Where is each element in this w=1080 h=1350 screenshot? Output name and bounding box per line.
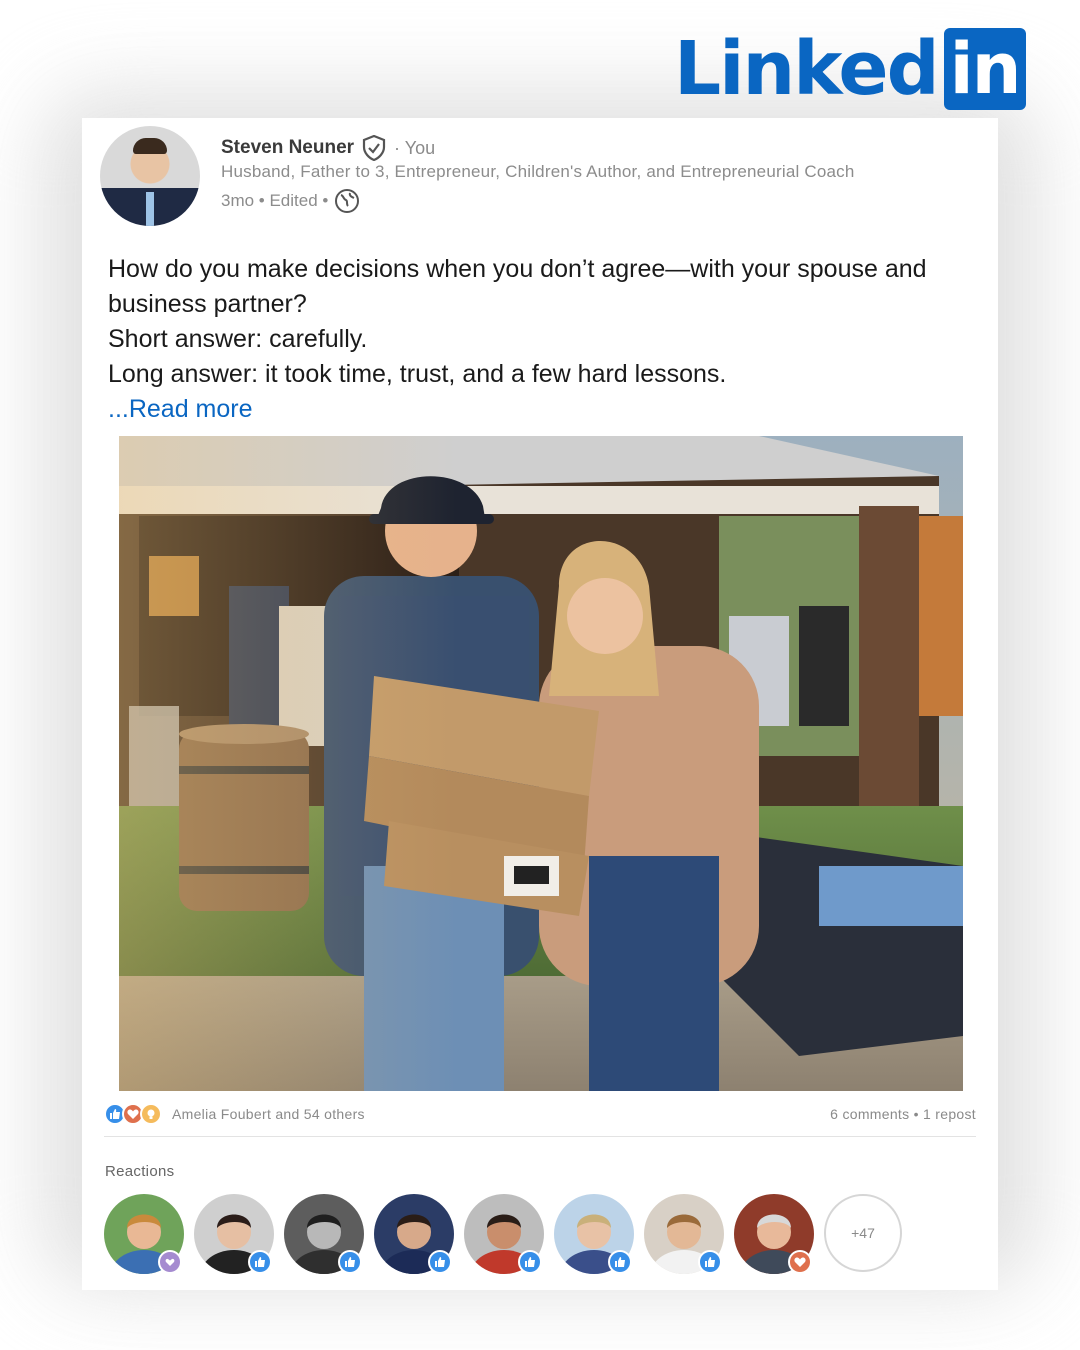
logo-in-box: in (943, 28, 1026, 110)
linkedin-logo: Linked in (674, 28, 1026, 110)
post-body: How do you make decisions when you don’t… (108, 252, 968, 427)
connection-degree: · You (394, 137, 436, 158)
reaction-summary[interactable]: Amelia Foubert and 54 others (104, 1103, 365, 1125)
post-card: Steven Neuner · You Husband, Father to 3… (82, 118, 998, 1290)
reactor-avatar[interactable] (644, 1194, 724, 1274)
post-line: Long answer: it took time, trust, and a … (108, 360, 727, 388)
reactor-avatar[interactable] (284, 1194, 364, 1274)
post-line: Short answer: carefully. (108, 325, 368, 353)
support-reaction-icon (158, 1250, 182, 1274)
like-reaction-icon (248, 1250, 272, 1274)
like-reaction-icon (698, 1250, 722, 1274)
author-avatar[interactable] (100, 126, 200, 226)
reactor-avatar[interactable] (104, 1194, 184, 1274)
globe-icon (334, 188, 360, 214)
social-counts-bar: Amelia Foubert and 54 others 6 comments … (104, 1101, 976, 1127)
author-headline: Husband, Father to 3, Entrepreneur, Chil… (221, 162, 855, 181)
love-reaction-icon (788, 1250, 812, 1274)
like-reaction-icon (518, 1250, 542, 1274)
author-line: Steven Neuner · You (221, 134, 436, 162)
reactor-avatar[interactable] (194, 1194, 274, 1274)
post-line: How do you make decisions when you don’t… (108, 255, 927, 318)
more-reactors-button[interactable]: +47 (824, 1194, 902, 1272)
like-reaction-icon (338, 1250, 362, 1274)
reactor-avatar[interactable] (374, 1194, 454, 1274)
reactor-avatar[interactable] (734, 1194, 814, 1274)
reactor-avatar[interactable] (554, 1194, 634, 1274)
reactors-list: +47 (104, 1194, 902, 1274)
post-header: Steven Neuner · You Husband, Father to 3… (100, 126, 990, 230)
post-timestamp-row: 3mo • Edited • (221, 188, 360, 214)
divider (104, 1136, 976, 1137)
logo-wordmark: Linked (674, 26, 940, 112)
comments-reposts-count[interactable]: 6 comments • 1 repost (830, 1106, 976, 1122)
insightful-reaction-icon (140, 1103, 162, 1125)
shield-check-icon (362, 134, 386, 162)
reactions-heading: Reactions (105, 1163, 175, 1180)
like-reaction-icon (428, 1250, 452, 1274)
read-more-link[interactable]: ...Read more (108, 395, 253, 423)
like-reaction-icon (608, 1250, 632, 1274)
post-timestamp: 3mo • Edited • (221, 191, 329, 210)
reactors-text[interactable]: Amelia Foubert and 54 others (172, 1106, 365, 1122)
post-image[interactable] (119, 436, 963, 1091)
author-name[interactable]: Steven Neuner (221, 137, 354, 159)
reactor-avatar[interactable] (464, 1194, 544, 1274)
